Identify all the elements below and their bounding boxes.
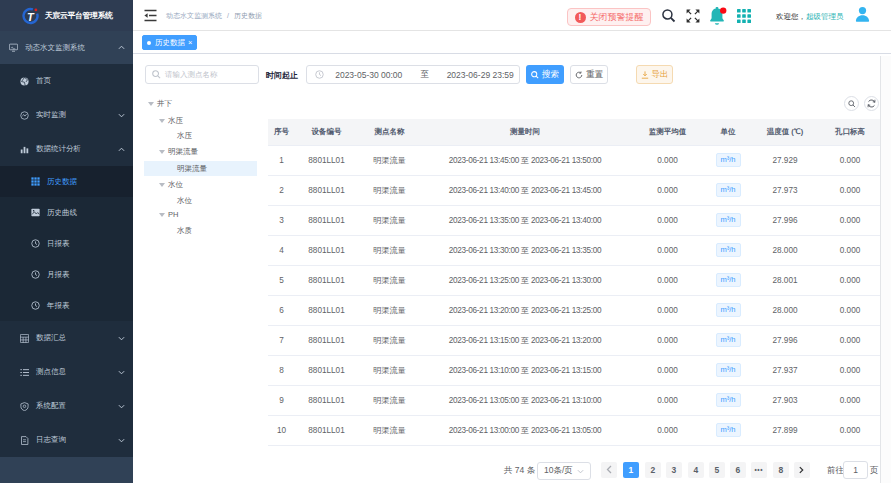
svg-text:T: T [27, 10, 35, 22]
